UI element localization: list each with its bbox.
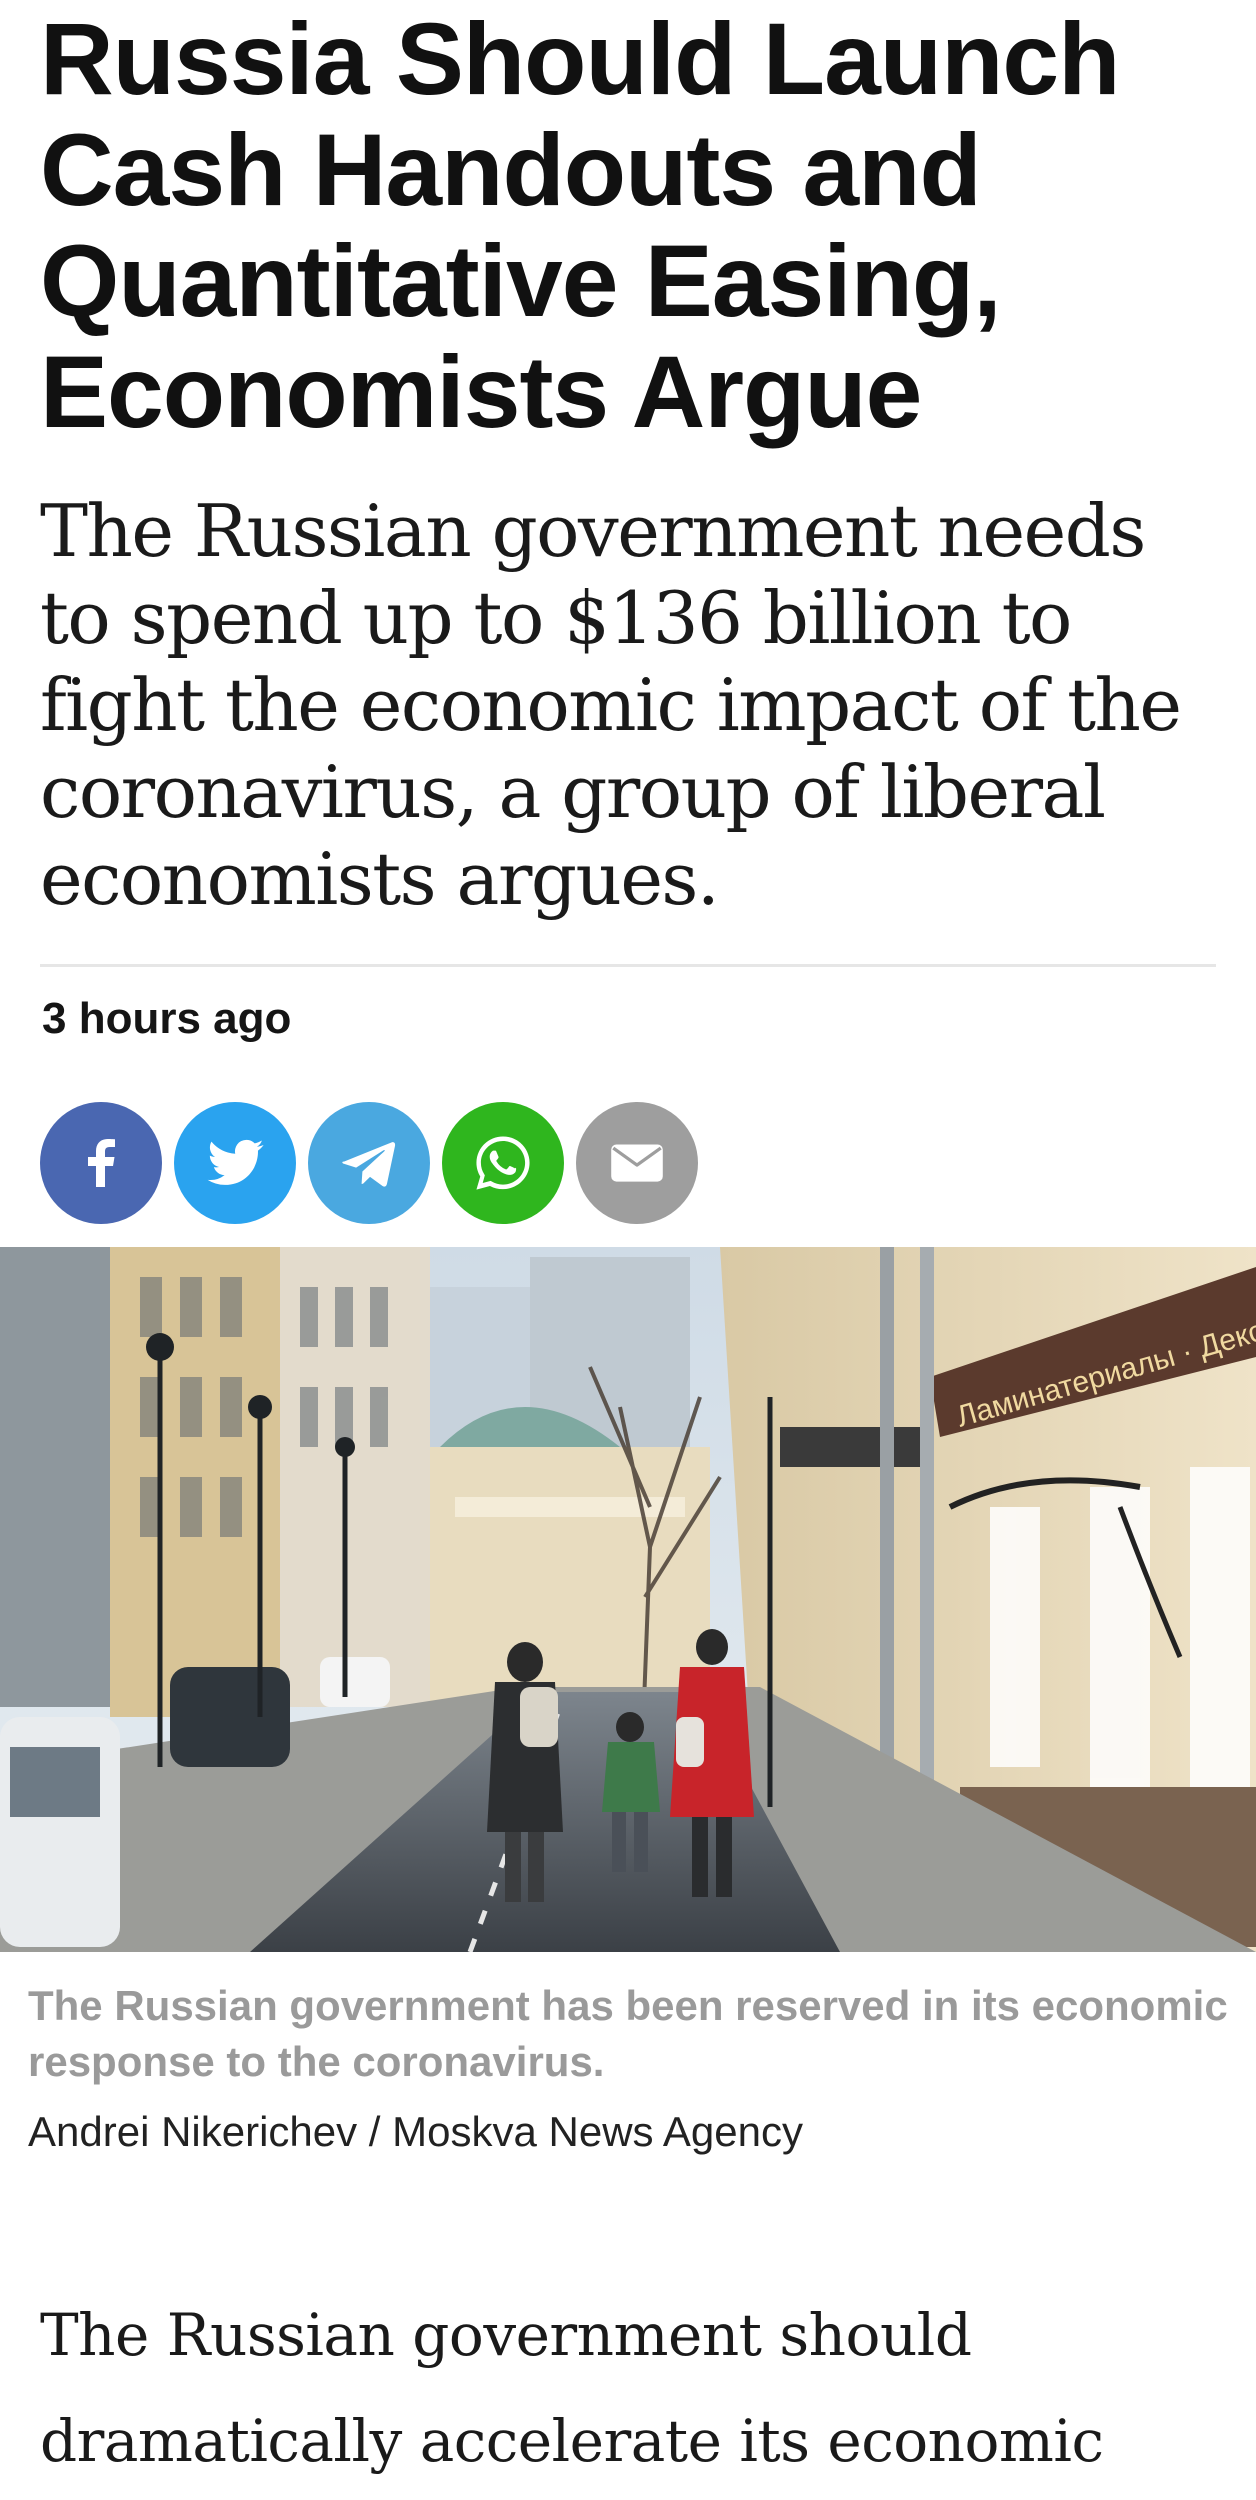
share-twitter-button[interactable] [174,1102,296,1224]
facebook-icon [88,1139,115,1187]
share-email-button[interactable] [576,1102,698,1224]
article-body-paragraph: The Russian government should dramatical… [40,2301,1104,2475]
mail-icon [611,1144,663,1182]
whatsapp-icon [476,1136,530,1190]
share-whatsapp-button[interactable] [442,1102,564,1224]
article-timestamp: 3 hours ago [42,994,292,1043]
street-scene-illustration: Ламинатериалы · Декор [0,1247,1256,1952]
photo-credit: Andrei Nikerichev / Moskva News Agency [28,2108,803,2155]
article-lede: The Russian government needs to spend up… [40,489,1182,921]
telegram-icon [342,1142,396,1187]
share-facebook-button[interactable] [40,1102,162,1224]
article-headline: Russia Should Launch Cash Handouts and Q… [40,2,1120,449]
divider [40,964,1216,967]
twitter-icon [207,1139,264,1185]
article-photo: Ламинатериалы · Декор [0,1247,1256,1952]
share-telegram-button[interactable] [308,1102,430,1224]
photo-caption: The Russian government has been reserved… [28,1982,1228,2085]
share-bar [40,1102,698,1226]
